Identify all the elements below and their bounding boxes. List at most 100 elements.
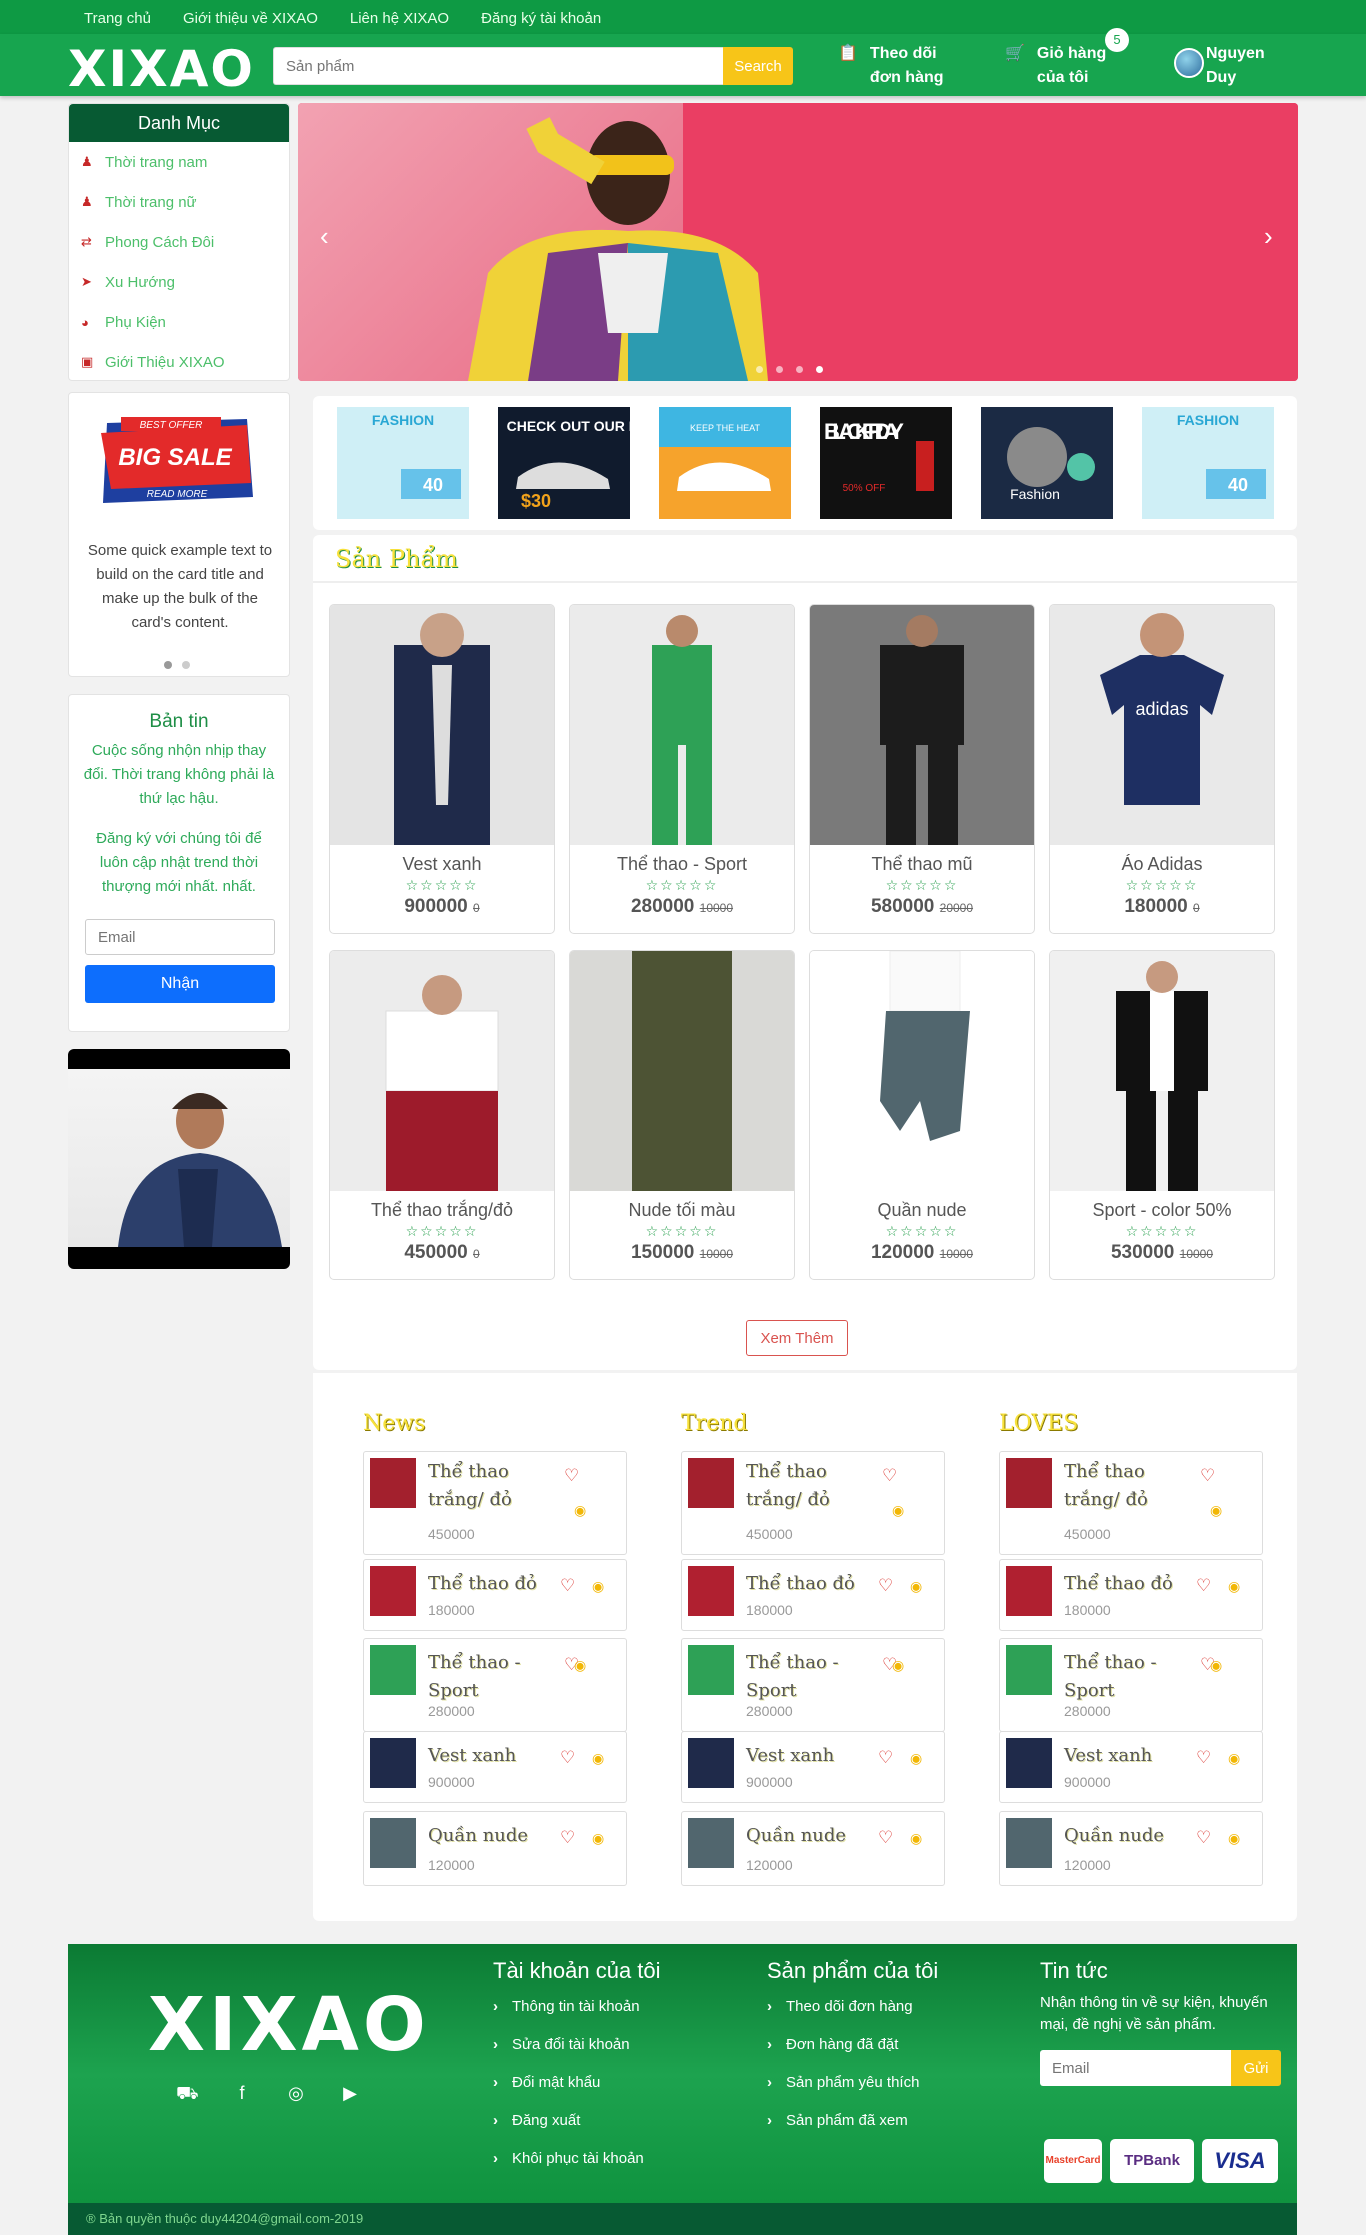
user-link[interactable]: Nguyen Duy: [1206, 42, 1268, 90]
promo-image[interactable]: [68, 1049, 290, 1269]
heart-icon[interactable]: ♡: [1200, 1466, 1215, 1486]
eye-icon[interactable]: ◉: [574, 1502, 586, 1519]
heart-icon[interactable]: ♡: [560, 1828, 575, 1848]
product-card[interactable]: Sport - color 50% ☆☆☆☆☆ 530000 10000: [1049, 950, 1275, 1280]
heart-icon[interactable]: ♡: [560, 1576, 575, 1596]
list-item[interactable]: Vest xanh 900000 ♡ ◉: [363, 1731, 627, 1803]
eye-icon[interactable]: ◉: [892, 1657, 904, 1674]
brand-tile-black-friday[interactable]: BLACK FRIDAY 50% OFF: [820, 407, 952, 519]
category-item-women[interactable]: ♟ Thời trang nữ: [69, 182, 289, 222]
heart-icon[interactable]: ♡: [878, 1576, 893, 1596]
footer-logo[interactable]: XIXAO: [148, 1982, 430, 2068]
list-item[interactable]: Thể thao - Sport 280000 ♡ ◉: [999, 1638, 1263, 1732]
product-card[interactable]: Nude tối màu ☆☆☆☆☆ 150000 10000: [569, 950, 795, 1280]
list-item[interactable]: Thể thao - Sport 280000 ♡ ◉: [363, 1638, 627, 1732]
heart-icon[interactable]: ♡: [878, 1748, 893, 1768]
track-order-link[interactable]: 📋 Theo dõi đơn hàng: [838, 42, 948, 90]
list-item[interactable]: Thể thao trắng/ đỏ 450000 ♡ ◉: [363, 1451, 627, 1555]
list-item[interactable]: Thể thao đỏ 180000 ♡ ◉: [363, 1559, 627, 1631]
eye-icon[interactable]: ◉: [574, 1657, 586, 1674]
hero-slider[interactable]: ‹ ›: [298, 103, 1298, 381]
product-card[interactable]: Thể thao trắng/đỏ ☆☆☆☆☆ 450000 0: [329, 950, 555, 1280]
footer-link[interactable]: Khôi phục tài khoản: [493, 2150, 661, 2188]
heart-icon[interactable]: ♡: [878, 1828, 893, 1848]
eye-icon[interactable]: ◉: [1210, 1657, 1222, 1674]
footer-link[interactable]: Sửa đổi tài khoản: [493, 2036, 661, 2074]
nav-contact-link[interactable]: Liên hệ XIXAO: [350, 10, 449, 27]
eye-icon[interactable]: ◉: [592, 1830, 604, 1847]
eye-icon[interactable]: ◉: [892, 1502, 904, 1519]
eye-icon[interactable]: ◉: [1228, 1578, 1240, 1595]
sale-carousel-dots[interactable]: [164, 661, 190, 669]
heart-icon[interactable]: ♡: [882, 1466, 897, 1486]
brand-tile-new[interactable]: CHECK OUT OUR NEW $30: [498, 407, 630, 519]
footer-link[interactable]: Sản phẩm đã xem: [767, 2112, 938, 2150]
category-item-couple[interactable]: ⇄ Phong Cách Đôi: [69, 222, 289, 262]
list-item[interactable]: Quần nude 120000 ♡ ◉: [999, 1811, 1263, 1886]
product-card[interactable]: Thể thao mũ ☆☆☆☆☆ 580000 20000: [809, 604, 1035, 934]
nav-register-link[interactable]: Đăng ký tài khoản: [481, 10, 601, 27]
brand-tile-fashion-1[interactable]: FASHION 40: [337, 407, 469, 519]
slider-next-icon[interactable]: ›: [1264, 221, 1273, 252]
nav-about-link[interactable]: Giới thiệu về XIXAO: [183, 10, 318, 27]
eye-icon[interactable]: ◉: [1228, 1750, 1240, 1767]
eye-icon[interactable]: ◉: [910, 1830, 922, 1847]
footer-link[interactable]: Thông tin tài khoản: [493, 1998, 661, 2036]
heart-icon[interactable]: ♡: [1196, 1828, 1211, 1848]
brand-tile-heat[interactable]: KEEP THE HEAT: [659, 407, 791, 519]
heart-icon[interactable]: ♡: [1196, 1748, 1211, 1768]
footer-link[interactable]: Đơn hàng đã đặt: [767, 2036, 938, 2074]
heart-icon[interactable]: ♡: [560, 1748, 575, 1768]
footer-email-field[interactable]: [1040, 2050, 1231, 2086]
shop-icon[interactable]: ⛟: [176, 2082, 199, 2104]
slider-dots[interactable]: [756, 366, 823, 373]
big-sale-banner[interactable]: BEST OFFER BIG SALE READ MORE: [97, 417, 257, 507]
list-item[interactable]: Thể thao - Sport 280000 ♡ ◉: [681, 1638, 945, 1732]
list-item[interactable]: Thể thao trắng/ đỏ 450000 ♡ ◉: [999, 1451, 1263, 1555]
instagram-icon[interactable]: ◎: [285, 2082, 307, 2104]
footer-link[interactable]: Đăng xuất: [493, 2112, 661, 2150]
product-card[interactable]: Thể thao - Sport ☆☆☆☆☆ 280000 10000: [569, 604, 795, 934]
search-button[interactable]: Search: [723, 47, 793, 85]
brand-tile-fashion-2[interactable]: Fashion: [981, 407, 1113, 519]
list-item[interactable]: Thể thao đỏ 180000 ♡ ◉: [681, 1559, 945, 1631]
footer-link[interactable]: Đổi mật khẩu: [493, 2074, 661, 2112]
newsletter-submit-button[interactable]: Nhận: [85, 965, 275, 1003]
list-item[interactable]: Thể thao trắng/ đỏ 450000 ♡ ◉: [681, 1451, 945, 1555]
category-item-trend[interactable]: ➤ Xu Hướng: [69, 262, 289, 302]
search-input[interactable]: [273, 47, 723, 85]
eye-icon[interactable]: ◉: [910, 1578, 922, 1595]
list-item[interactable]: Vest xanh 900000 ♡ ◉: [999, 1731, 1263, 1803]
men-fashion-icon: ♟: [81, 154, 93, 169]
list-item[interactable]: Quần nude 120000 ♡ ◉: [363, 1811, 627, 1886]
see-more-button[interactable]: Xem Thêm: [746, 1320, 848, 1356]
site-logo[interactable]: XIXAO: [68, 40, 255, 98]
product-card[interactable]: Vest xanh ☆☆☆☆☆ 900000 0: [329, 604, 555, 934]
avatar[interactable]: [1174, 48, 1204, 78]
category-item-accessory[interactable]: ◕ Phụ Kiện: [69, 302, 289, 342]
cart-link[interactable]: 🛒 Giỏ hàng của tôi: [1005, 42, 1109, 90]
slider-prev-icon[interactable]: ‹: [320, 221, 329, 252]
brand-tile-fashion-3[interactable]: FASHION 40: [1142, 407, 1274, 519]
footer-link[interactable]: Theo dõi đơn hàng: [767, 1998, 938, 2036]
facebook-icon[interactable]: f: [231, 2082, 253, 2104]
youtube-icon[interactable]: ▶: [339, 2082, 361, 2104]
heart-icon[interactable]: ♡: [1196, 1576, 1211, 1596]
category-item-about[interactable]: ▣ Giới Thiệu XIXAO: [69, 342, 289, 382]
footer-link[interactable]: Sản phẩm yêu thích: [767, 2074, 938, 2112]
heart-icon[interactable]: ♡: [564, 1466, 579, 1486]
list-item[interactable]: Quần nude 120000 ♡ ◉: [681, 1811, 945, 1886]
eye-icon[interactable]: ◉: [1228, 1830, 1240, 1847]
eye-icon[interactable]: ◉: [592, 1750, 604, 1767]
product-card[interactable]: adidas Áo Adidas ☆☆☆☆☆ 180000 0: [1049, 604, 1275, 934]
eye-icon[interactable]: ◉: [910, 1750, 922, 1767]
category-item-men[interactable]: ♟ Thời trang nam: [69, 142, 289, 182]
eye-icon[interactable]: ◉: [592, 1578, 604, 1595]
list-item[interactable]: Vest xanh 900000 ♡ ◉: [681, 1731, 945, 1803]
footer-send-button[interactable]: Gửi: [1231, 2050, 1281, 2086]
list-item[interactable]: Thể thao đỏ 180000 ♡ ◉: [999, 1559, 1263, 1631]
nav-home-link[interactable]: Trang chủ: [84, 10, 151, 27]
newsletter-email-field[interactable]: [85, 919, 275, 955]
product-card[interactable]: Quần nude ☆☆☆☆☆ 120000 10000: [809, 950, 1035, 1280]
eye-icon[interactable]: ◉: [1210, 1502, 1222, 1519]
